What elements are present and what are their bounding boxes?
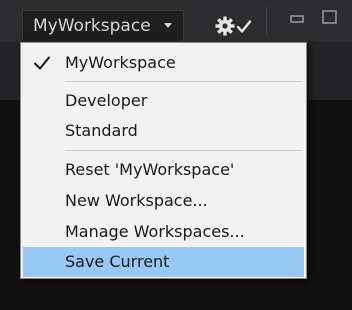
menu-item-label: MyWorkspace (65, 53, 176, 72)
menu-separator (65, 150, 302, 151)
check-icon (34, 56, 50, 70)
menu-item-label: Reset 'MyWorkspace' (65, 160, 235, 179)
menu-item-standard[interactable]: Standard (23, 116, 304, 146)
maximize-button[interactable] (320, 6, 344, 28)
menu-item-label: Standard (65, 121, 138, 140)
toolbar-divider (266, 6, 267, 36)
settings-check-button[interactable] (214, 15, 256, 37)
workspace-selector[interactable]: MyWorkspace (22, 10, 184, 41)
chevron-down-icon (164, 23, 172, 28)
minimize-icon (290, 15, 304, 23)
minimize-button[interactable] (286, 6, 310, 28)
workspace-selector-value: MyWorkspace (33, 16, 151, 36)
toolbar: MyWorkspace (0, 0, 352, 42)
menu-item-label: Manage Workspaces... (65, 222, 245, 241)
menu-item-reset-workspace[interactable]: Reset 'MyWorkspace' (23, 155, 304, 185)
menu-item-label: Developer (65, 91, 148, 110)
menu-item-label: New Workspace... (65, 191, 208, 210)
menu-item-myworkspace[interactable]: MyWorkspace (23, 48, 304, 78)
menu-item-developer[interactable]: Developer (23, 86, 304, 116)
menu-separator (65, 81, 302, 82)
menu-item-new-workspace[interactable]: New Workspace... (23, 186, 304, 216)
gear-check-icon (215, 16, 252, 36)
workspace-dropdown-menu: MyWorkspace Developer Standard Reset 'My… (20, 42, 307, 279)
maximize-icon (322, 10, 337, 24)
menu-item-label: Save Current (65, 252, 170, 271)
menu-item-save-current[interactable]: Save Current (23, 247, 304, 277)
menu-item-manage-workspaces[interactable]: Manage Workspaces... (23, 217, 304, 247)
